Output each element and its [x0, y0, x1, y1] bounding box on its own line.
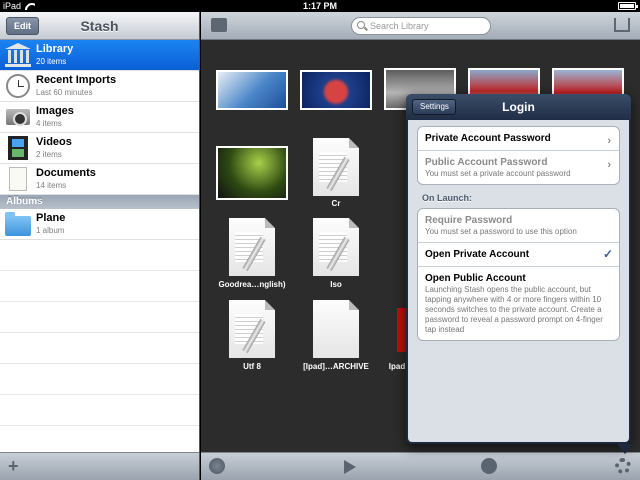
- albums-section-header: Albums: [0, 195, 199, 209]
- share-icon[interactable]: [614, 18, 630, 32]
- sidebar-item-documents[interactable]: Documents 14 items: [0, 164, 199, 195]
- import-folder-icon[interactable]: [211, 18, 227, 32]
- empty-row: [0, 333, 199, 364]
- play-icon[interactable]: [344, 460, 356, 474]
- photo-thumbnail[interactable]: [216, 70, 288, 110]
- checkmark-icon: ✓: [602, 247, 613, 261]
- popover-body: Private Account Password › Public Accoun…: [408, 120, 629, 442]
- album-count: 1 album: [36, 226, 65, 235]
- document-label: Cr: [331, 199, 341, 208]
- sidebar-item-count: 4 items: [36, 119, 62, 128]
- document-thumbnail[interactable]: [229, 300, 275, 358]
- sidebar-item-recent-imports[interactable]: Recent Imports Last 60 minutes: [0, 71, 199, 102]
- document-icon: [9, 167, 27, 191]
- on-launch-header: On Launch:: [422, 193, 472, 203]
- photo-thumbnail[interactable]: [216, 146, 288, 200]
- open-public-account-row[interactable]: Open Public Account Launching Stash open…: [418, 267, 619, 340]
- chevron-right-icon: ›: [607, 159, 611, 171]
- require-password-row[interactable]: Require Password You must set a password…: [418, 209, 619, 243]
- sidebar-item-count: 20 items: [36, 57, 67, 66]
- sidebar-item-label: Recent Imports: [36, 74, 117, 86]
- sidebar-item-label: Videos: [36, 136, 72, 148]
- row-title: Require Password: [425, 215, 513, 226]
- popover-header: Settings Login: [406, 94, 631, 120]
- search-placeholder: Search Library: [370, 21, 429, 31]
- chevron-right-icon: ›: [607, 135, 611, 147]
- main-bottom-toolbar: [201, 452, 640, 480]
- battery-icon: [618, 2, 638, 10]
- password-group: Private Account Password › Public Accoun…: [417, 126, 620, 185]
- empty-row: [0, 271, 199, 302]
- sidebar-item-count: Last 60 minutes: [36, 88, 93, 97]
- search-icon: [357, 21, 365, 29]
- status-time: 1:17 PM: [302, 1, 337, 11]
- empty-row: [0, 240, 199, 271]
- row-subtitle: Launching Stash opens the public account…: [425, 285, 603, 334]
- public-account-password-row[interactable]: Public Account Password You must set a p…: [418, 151, 619, 184]
- sidebar-item-label: Images: [36, 105, 74, 117]
- globe-icon[interactable]: [209, 458, 225, 474]
- library-icon: [5, 43, 31, 67]
- film-icon: [8, 136, 28, 160]
- sidebar-item-plane[interactable]: Plane 1 album: [0, 209, 199, 240]
- private-account-password-row[interactable]: Private Account Password ›: [418, 127, 619, 151]
- document-label: Goodrea…nglish): [218, 280, 286, 289]
- login-popover: Settings Login Private Account Password …: [406, 94, 631, 444]
- sidebar-item-label: Documents: [36, 167, 96, 179]
- sidebar-navbar: Edit Stash: [0, 12, 199, 40]
- gear-icon[interactable]: [615, 458, 631, 474]
- row-title: Open Private Account: [425, 249, 530, 260]
- sidebar-item-count: 2 items: [36, 150, 62, 159]
- status-bar: iPad 1:17 PM: [0, 0, 640, 12]
- popover-title: Login: [502, 100, 535, 114]
- search-input[interactable]: Search Library: [351, 17, 491, 35]
- launch-options-group: Require Password You must set a password…: [417, 208, 620, 341]
- document-label: Iso: [330, 280, 342, 289]
- sidebar-toolbar: +: [0, 452, 199, 480]
- row-title: Open Public Account: [425, 273, 526, 284]
- empty-row: [0, 302, 199, 333]
- row-subtitle: You must set a private account password: [425, 169, 571, 178]
- camera-icon: [6, 109, 30, 126]
- empty-row: [0, 395, 199, 426]
- photo-thumbnail[interactable]: [300, 70, 372, 110]
- download-icon[interactable]: [481, 458, 497, 474]
- document-thumbnail[interactable]: [313, 218, 359, 276]
- folder-icon: [5, 211, 31, 236]
- document-label: Utf 8: [243, 362, 261, 371]
- popover-arrow: [617, 444, 633, 454]
- document-thumbnail[interactable]: [313, 300, 359, 358]
- sidebar-item-label: Library: [36, 43, 74, 55]
- document-thumbnail[interactable]: [229, 218, 275, 276]
- sidebar-item-library[interactable]: Library 20 items: [0, 40, 199, 71]
- clock-icon: [6, 74, 30, 98]
- empty-row: [0, 364, 199, 395]
- row-title: Private Account Password: [425, 133, 551, 144]
- sidebar-title: Stash: [80, 18, 119, 34]
- add-album-button[interactable]: +: [8, 456, 19, 477]
- sidebar-item-images[interactable]: Images 4 items: [0, 102, 199, 133]
- sidebar: Edit Stash Library 20 items Recent Impor…: [0, 12, 200, 480]
- album-label: Plane: [36, 212, 66, 224]
- sidebar-item-count: 14 items: [36, 181, 67, 190]
- row-title: Public Account Password: [425, 157, 548, 168]
- document-thumbnail[interactable]: [313, 138, 359, 196]
- row-subtitle: You must set a password to use this opti…: [425, 227, 577, 236]
- sidebar-item-videos[interactable]: Videos 2 items: [0, 133, 199, 164]
- main-toolbar: Search Library: [201, 12, 640, 40]
- open-private-account-row[interactable]: Open Private Account ✓: [418, 243, 619, 267]
